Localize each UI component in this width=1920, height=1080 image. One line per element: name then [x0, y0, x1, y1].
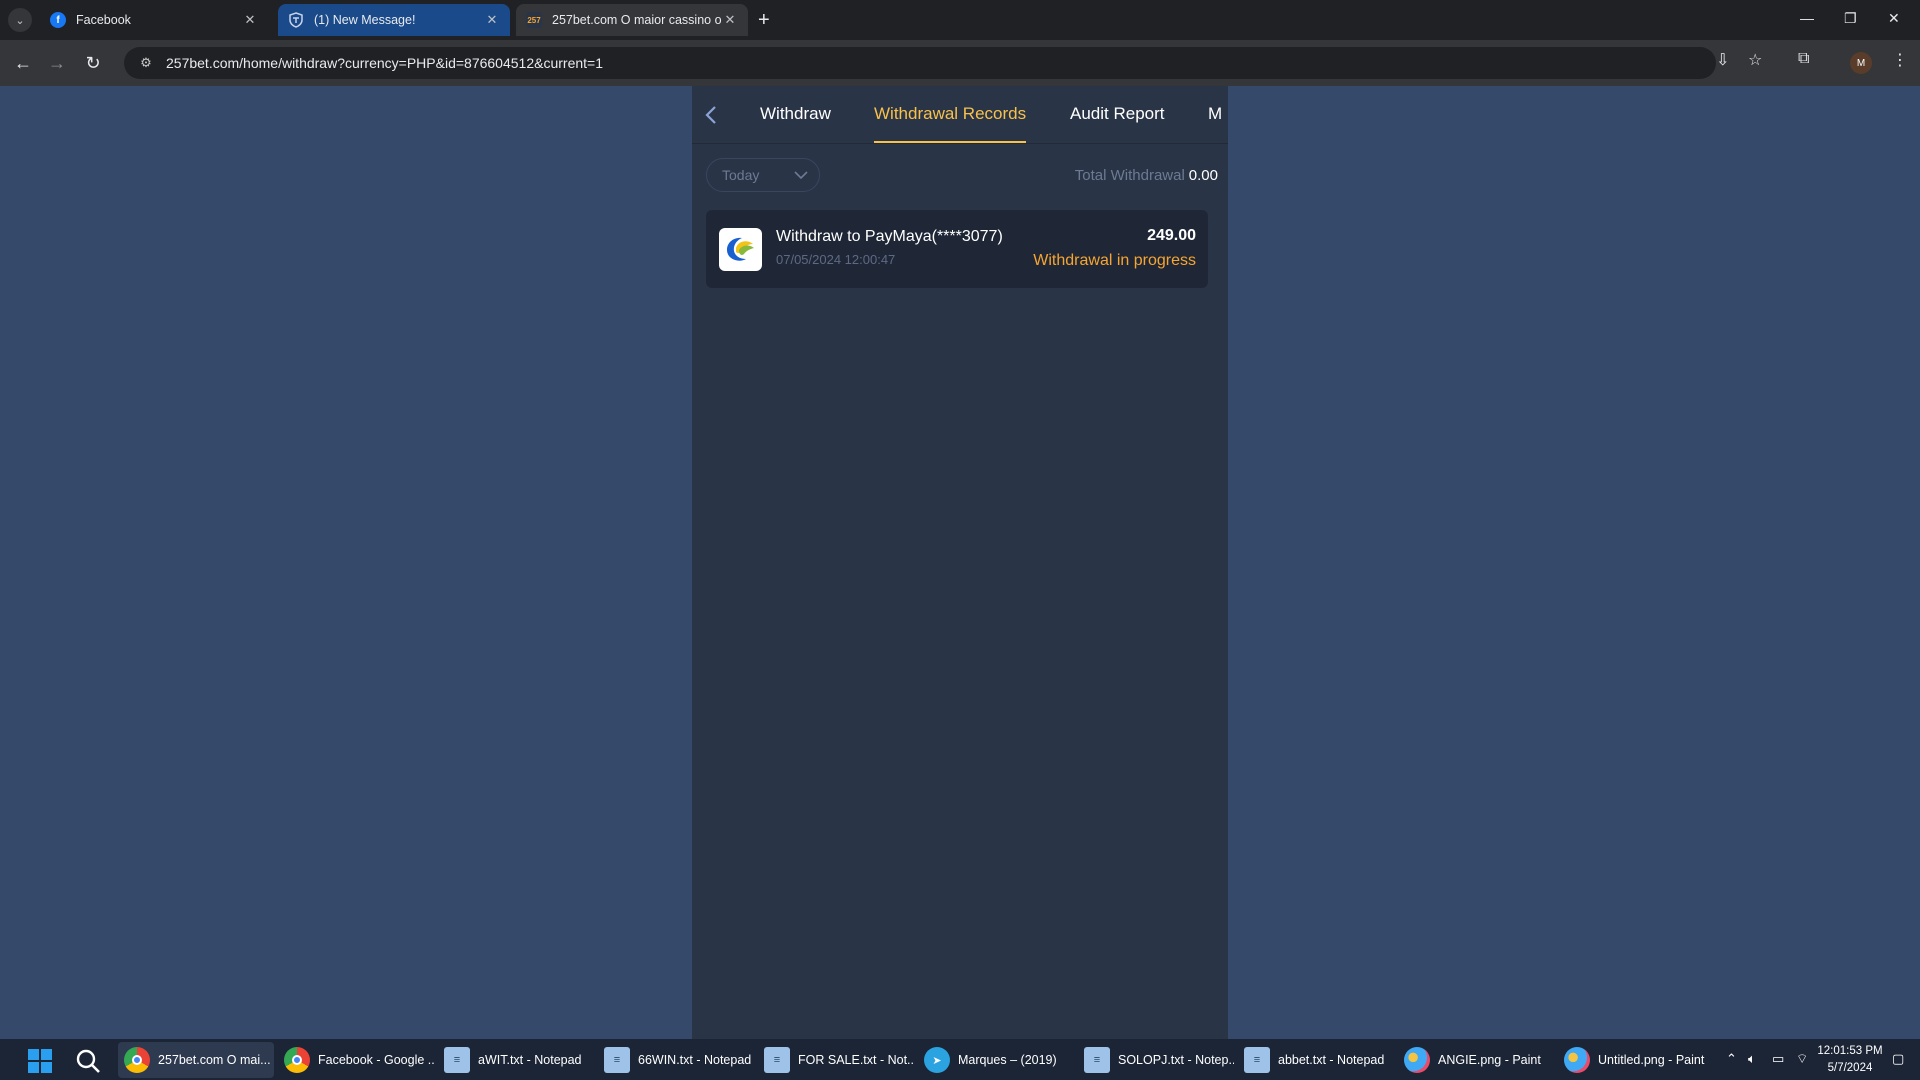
total-withdrawal-label: Total Withdrawal — [1074, 167, 1185, 184]
bookmark-star-icon[interactable]: ☆ — [1748, 50, 1762, 70]
notepad-icon: ≡ — [444, 1047, 470, 1073]
tab-more[interactable]: M — [1208, 104, 1228, 124]
windows-taskbar: 257bet.com O mai... Facebook - Google ..… — [0, 1039, 1920, 1080]
chrome-icon — [284, 1047, 310, 1073]
notifications-icon[interactable]: ▢ — [1892, 1051, 1904, 1067]
close-icon[interactable]: ✕ — [484, 12, 500, 28]
restore-icon[interactable]: ❐ — [1844, 10, 1857, 27]
site-settings-icon[interactable]: ⚙ — [130, 55, 162, 71]
clock-date: 5/7/2024 — [1827, 1062, 1873, 1074]
notepad-icon: ≡ — [1084, 1047, 1110, 1073]
notepad-icon: ≡ — [604, 1047, 630, 1073]
taskbar-item[interactable]: Untitled.png - Paint — [1558, 1042, 1714, 1078]
url-text: 257bet.com/home/withdraw?currency=PHP&id… — [166, 55, 603, 71]
taskbar-item[interactable]: 257bet.com O mai... — [118, 1042, 274, 1078]
taskbar-item-label: abbet.txt - Notepad — [1278, 1053, 1385, 1067]
back-arrow-icon[interactable]: ← — [10, 50, 36, 76]
close-window-icon[interactable]: ✕ — [1888, 10, 1900, 27]
browser-tab-facebook[interactable]: f Facebook ✕ — [40, 4, 268, 36]
chevron-left-icon[interactable] — [704, 104, 724, 126]
taskbar-item[interactable]: ≡ aWIT.txt - Notepad — [438, 1042, 594, 1078]
paint-icon — [1564, 1047, 1590, 1073]
taskbar-item-label: FOR SALE.txt - Not... — [798, 1053, 914, 1067]
profile-avatar[interactable]: M — [1850, 52, 1872, 74]
notepad-icon: ≡ — [1244, 1047, 1270, 1073]
chevron-up-icon[interactable]: ⌃ — [1726, 1051, 1737, 1067]
address-bar[interactable]: ⚙ 257bet.com/home/withdraw?currency=PHP&… — [124, 47, 1716, 79]
browser-tab-new-message[interactable]: (1) New Message! ✕ — [278, 4, 510, 36]
kebab-menu-icon[interactable]: ⋮ — [1892, 50, 1908, 70]
taskbar-item-label: Untitled.png - Paint — [1598, 1053, 1705, 1067]
taskbar-item-label: SOLOPJ.txt - Notep... — [1118, 1053, 1234, 1067]
close-icon[interactable]: ✕ — [722, 12, 738, 28]
withdrawal-record[interactable]: Withdraw to PayMaya(****3077) 07/05/2024… — [706, 210, 1208, 288]
filter-row: Today Total Withdrawal 0.00 — [706, 158, 1218, 192]
taskbar-item[interactable]: ≡ 66WIN.txt - Notepad — [598, 1042, 754, 1078]
taskbar-item[interactable]: ≡ SOLOPJ.txt - Notep... — [1078, 1042, 1234, 1078]
tab-title: Facebook — [76, 13, 131, 27]
257bet-icon: 257 — [526, 12, 542, 28]
date-range-value: Today — [722, 167, 760, 183]
browser-tab-257bet[interactable]: 257 257bet.com O maior cassino on ✕ — [516, 4, 748, 36]
withdraw-panel: Withdraw Withdrawal Records Audit Report… — [692, 86, 1228, 1039]
taskbar-item[interactable]: ≡ abbet.txt - Notepad — [1238, 1042, 1394, 1078]
new-tab-button[interactable]: + — [758, 10, 770, 30]
minimize-icon[interactable]: — — [1800, 10, 1814, 26]
tab-search-button[interactable]: ⌄ — [8, 8, 32, 32]
system-clock[interactable]: 12:01:53 PM 5/7/2024 — [1814, 1043, 1886, 1077]
paymaya-logo — [719, 228, 762, 271]
active-tab-indicator — [874, 141, 1026, 143]
battery-icon[interactable]: ▭ — [1772, 1051, 1784, 1067]
tab-title: (1) New Message! — [314, 13, 416, 27]
total-withdrawal-value: 0.00 — [1188, 167, 1218, 184]
chevron-down-icon — [794, 171, 808, 180]
panel-header: Withdraw Withdrawal Records Audit Report… — [692, 86, 1228, 144]
extensions-icon[interactable]: ⧉ — [1798, 50, 1809, 68]
close-icon[interactable]: ✕ — [242, 12, 258, 28]
clock-time: 12:01:53 PM — [1817, 1045, 1883, 1057]
speaker-icon[interactable]: 🔈︎ — [1748, 1051, 1756, 1067]
record-time: 07/05/2024 12:00:47 — [776, 252, 896, 267]
browser-toolbar: ← → ↻ ⚙ 257bet.com/home/withdraw?currenc… — [0, 40, 1920, 86]
taskbar-item-label: Facebook - Google ... — [318, 1053, 434, 1067]
taskbar-item-label: 257bet.com O mai... — [158, 1053, 271, 1067]
taskbar-item[interactable]: Facebook - Google ... — [278, 1042, 434, 1078]
paint-icon — [1404, 1047, 1430, 1073]
notepad-icon: ≡ — [764, 1047, 790, 1073]
facebook-icon: f — [50, 12, 66, 28]
taskbar-item-label: aWIT.txt - Notepad — [478, 1053, 582, 1067]
chrome-icon — [124, 1047, 150, 1073]
taskbar-item-label: ANGIE.png - Paint — [1438, 1053, 1541, 1067]
taskbar-item[interactable]: ➤ Marques – (2019) — [918, 1042, 1074, 1078]
search-icon[interactable] — [74, 1047, 102, 1075]
taskbar-item[interactable]: ANGIE.png - Paint — [1398, 1042, 1554, 1078]
tab-withdrawal-records[interactable]: Withdrawal Records — [874, 104, 1026, 124]
total-withdrawal: Total Withdrawal 0.00 — [1075, 167, 1218, 184]
telegram-icon: ➤ — [924, 1047, 950, 1073]
install-app-icon[interactable]: ⇩ — [1716, 50, 1729, 70]
record-status: Withdrawal in progress — [1033, 252, 1196, 269]
tab-title: 257bet.com O maior cassino on — [552, 13, 722, 27]
browser-tab-bar: ⌄ f Facebook ✕ (1) New Message! ✕ 257 25… — [0, 0, 1920, 40]
taskbar-item-label: Marques – (2019) — [958, 1053, 1057, 1067]
wifi-icon[interactable]: ⌔ — [1796, 1051, 1808, 1067]
record-amount: 249.00 — [1147, 227, 1196, 244]
date-range-select[interactable]: Today — [706, 158, 820, 192]
tab-audit-report[interactable]: Audit Report — [1070, 104, 1165, 124]
reload-icon[interactable]: ↻ — [80, 50, 106, 76]
taskbar-item[interactable]: ≡ FOR SALE.txt - Not... — [758, 1042, 914, 1078]
shield-icon — [288, 12, 304, 28]
tab-withdraw[interactable]: Withdraw — [760, 104, 831, 124]
forward-arrow-icon[interactable]: → — [44, 50, 70, 76]
windows-start-icon[interactable] — [28, 1049, 52, 1073]
taskbar-item-label: 66WIN.txt - Notepad — [638, 1053, 752, 1067]
record-title: Withdraw to PayMaya(****3077) — [776, 228, 1003, 245]
